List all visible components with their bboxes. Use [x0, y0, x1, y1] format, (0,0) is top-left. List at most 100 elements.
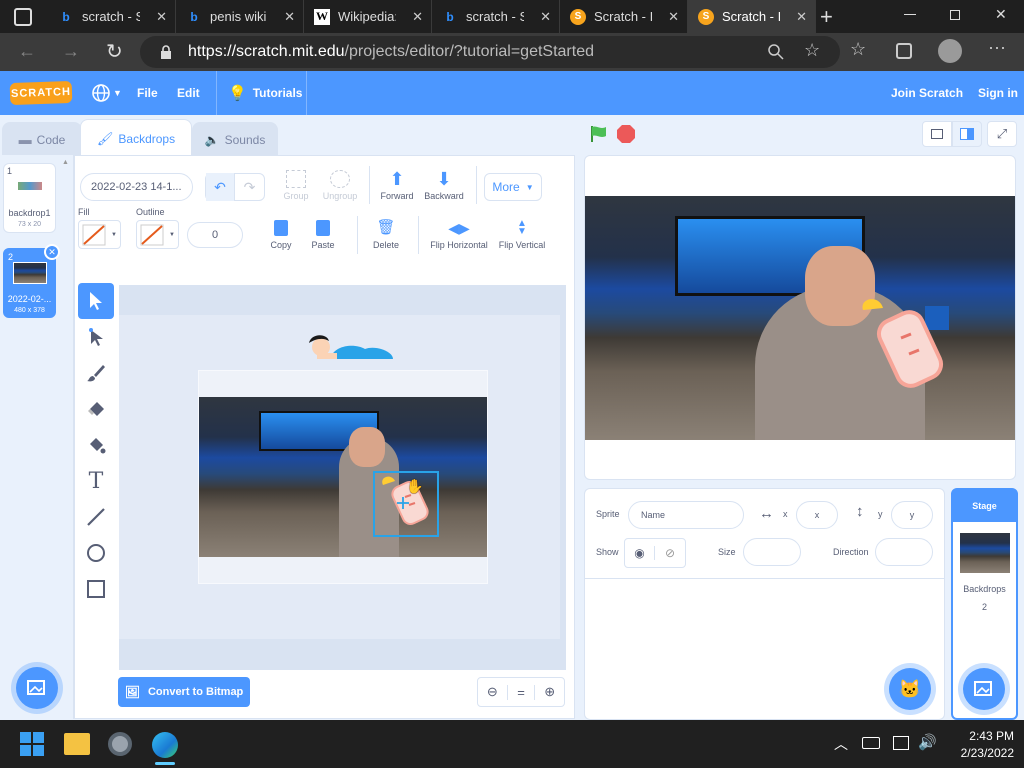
close-tab-icon[interactable]: ✕ [796, 9, 807, 25]
close-tab-icon[interactable]: ✕ [412, 9, 423, 25]
tutorials-button[interactable]: 💡 Tutorials [228, 71, 302, 115]
language-menu[interactable]: ▼ [92, 71, 122, 115]
delete-backdrop-icon[interactable]: ✕ [44, 244, 60, 260]
forward-button[interactable]: ⬆ Forward [377, 170, 417, 201]
ungroup-button[interactable]: Ungroup [318, 170, 362, 201]
backdrop-item[interactable]: 1 backdrop1 73 x 20 [3, 163, 56, 233]
file-explorer-icon[interactable] [64, 733, 90, 755]
add-image-icon [27, 680, 45, 695]
sprite-name-input[interactable]: Name [628, 501, 744, 529]
file-menu[interactable]: File [137, 71, 158, 115]
delete-button[interactable]: 🗑 Delete [368, 220, 404, 251]
zoom-reset-icon[interactable]: = [506, 684, 536, 700]
eraser-tool[interactable] [78, 391, 114, 427]
zoom-in-icon[interactable]: ⊕ [535, 684, 564, 700]
add-favorite-icon[interactable]: ☆ [804, 40, 820, 61]
eye-icon[interactable]: ◉ [625, 546, 656, 560]
green-flag-icon[interactable] [588, 124, 608, 144]
network-icon[interactable] [893, 736, 909, 750]
fill-color-picker[interactable]: ▼ [78, 220, 121, 249]
y-input[interactable]: y [891, 501, 933, 529]
keyboard-icon[interactable] [862, 737, 880, 749]
small-stage-button[interactable] [922, 121, 952, 147]
stop-icon[interactable] [617, 125, 635, 143]
copy-button[interactable]: Copy [263, 220, 299, 250]
scroll-up-arrow[interactable]: ▲ [62, 159, 69, 166]
browser-tab[interactable]: b scratch - Se ✕ [48, 0, 176, 33]
rectangle-tool[interactable] [78, 571, 114, 607]
outline-width-input[interactable]: 0 [187, 222, 243, 248]
sign-in-link[interactable]: Sign in [978, 71, 1018, 115]
clock-time[interactable]: 2:43 PM [944, 729, 1014, 743]
close-window-icon[interactable]: ✕ [995, 6, 1007, 23]
select-tool[interactable] [78, 283, 114, 319]
volume-icon[interactable]: 🔊 [918, 733, 937, 751]
join-scratch-link[interactable]: Join Scratch [891, 71, 963, 115]
profile-avatar-icon[interactable] [938, 39, 962, 63]
redo-icon[interactable]: ↷ [235, 173, 264, 201]
browser-tab[interactable]: b penis wiki - ✕ [176, 0, 304, 33]
url-field[interactable]: https://scratch.mit.edu/projects/editor/… [140, 36, 840, 68]
favorites-icon[interactable]: ☆ [850, 39, 866, 60]
paint-canvas-area[interactable]: ✋ [119, 285, 566, 670]
choose-backdrop-button[interactable] [16, 667, 58, 709]
settings-gear-icon[interactable] [108, 732, 132, 756]
direction-input[interactable] [875, 538, 933, 566]
backdrop-item-selected[interactable]: 2 2022-02-... 480 x 378 ✕ [3, 244, 60, 318]
windows-start-icon[interactable] [20, 732, 44, 756]
large-stage-button[interactable] [952, 121, 982, 147]
edit-menu[interactable]: Edit [177, 71, 200, 115]
fullscreen-button[interactable]: ⤢ [987, 121, 1017, 147]
costume-name-input[interactable]: 2022-02-23 14-1... [80, 173, 193, 201]
browser-tab-active[interactable]: S Scratch - Im ✕ [688, 0, 816, 33]
stage[interactable] [584, 155, 1016, 480]
zoom-out-icon[interactable]: ⊖ [478, 684, 507, 700]
line-tool[interactable] [78, 499, 114, 535]
fill-tool[interactable] [78, 427, 114, 463]
reshape-tool[interactable] [78, 319, 114, 355]
clock-date[interactable]: 2/23/2022 [944, 746, 1014, 760]
close-tab-icon[interactable]: ✕ [540, 9, 551, 25]
close-tab-icon[interactable]: ✕ [156, 9, 167, 25]
browser-tab[interactable]: W Wikipedia:A ✕ [304, 0, 432, 33]
browser-tab[interactable]: S Scratch - Im ✕ [560, 0, 688, 33]
zoom-icon[interactable] [768, 44, 784, 60]
refresh-icon[interactable]: ↻ [106, 39, 123, 64]
new-tab-icon[interactable]: + [820, 4, 833, 30]
minimize-icon[interactable] [904, 14, 916, 15]
browser-tab[interactable]: b scratch - Sc ✕ [432, 0, 560, 33]
group-button[interactable]: Group [278, 170, 314, 201]
scratch-logo[interactable]: SCRATCH [9, 80, 73, 106]
tab-code[interactable]: ▬ Code [2, 122, 82, 156]
tab-actions-icon[interactable] [14, 8, 32, 26]
text-tool[interactable]: T [78, 463, 114, 499]
convert-to-bitmap-button[interactable]: 🖼 Convert to Bitmap [118, 677, 250, 707]
tab-sounds[interactable]: 🔈 Sounds [192, 122, 278, 156]
size-input[interactable] [743, 538, 801, 566]
x-input[interactable]: x [796, 501, 838, 529]
tab-backdrops[interactable]: 🖌 Backdrops [80, 119, 192, 157]
flip-vertical-button[interactable]: ▲ ▼ Flip Vertical [495, 219, 549, 251]
choose-stage-backdrop-button[interactable] [963, 668, 1005, 710]
face-graphic [349, 427, 385, 467]
edge-browser-icon[interactable] [152, 732, 178, 758]
restore-icon[interactable] [950, 10, 960, 20]
brush-tool[interactable] [78, 355, 114, 391]
forward-icon[interactable]: → [62, 41, 80, 62]
circle-tool[interactable] [78, 535, 114, 571]
choose-sprite-button[interactable]: 🐱 [889, 668, 931, 710]
close-tab-icon[interactable]: ✕ [668, 9, 679, 25]
outline-color-picker[interactable]: ▼ [136, 220, 179, 249]
eye-off-icon[interactable]: ⊘ [655, 546, 685, 560]
back-icon[interactable]: ← [18, 41, 36, 62]
paste-button[interactable]: Paste [305, 220, 341, 250]
more-dropdown[interactable]: More ▼ [484, 173, 542, 201]
collections-icon[interactable] [896, 43, 912, 59]
chevron-up-icon[interactable]: ︿ [834, 734, 848, 754]
undo-icon[interactable]: ↶ [206, 173, 236, 201]
backdrop-photo [199, 397, 487, 557]
close-tab-icon[interactable]: ✕ [284, 9, 295, 25]
flip-horizontal-button[interactable]: ◀▶ Flip Horizontal [427, 220, 491, 250]
more-menu-icon[interactable]: ··· [988, 37, 1006, 58]
backward-button[interactable]: ⬇ Backward [422, 170, 466, 201]
